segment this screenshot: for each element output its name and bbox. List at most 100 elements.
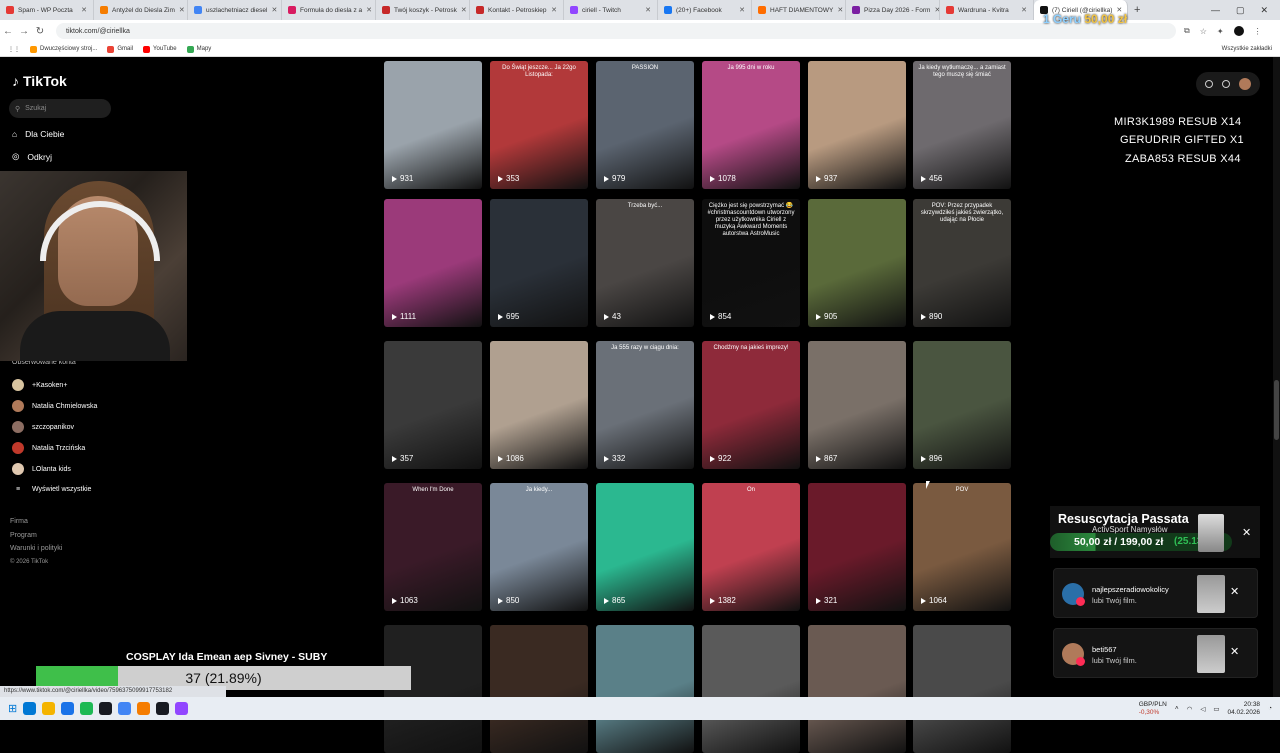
- battery-icon[interactable]: ▭: [1213, 705, 1219, 713]
- tab-close-icon[interactable]: ✕: [81, 6, 87, 14]
- search-input[interactable]: ⚲ Szukaj: [9, 99, 111, 118]
- tiktok-logo[interactable]: ♪ TikTok: [12, 73, 67, 89]
- tab-close-icon[interactable]: ✕: [461, 6, 467, 14]
- bookmark-item[interactable]: YouTube: [143, 45, 177, 53]
- browser-tab[interactable]: Kontakt - Petroskiep ✕: [470, 0, 564, 20]
- page-scrollbar[interactable]: [1273, 57, 1280, 697]
- video-thumbnail[interactable]: Chodźmy na jakieś imprezy! 922: [702, 341, 800, 469]
- show-all-following[interactable]: ≡ Wyświetl wszystkie: [12, 486, 92, 493]
- video-thumbnail[interactable]: [808, 625, 906, 753]
- video-thumbnail[interactable]: 1086: [490, 341, 588, 469]
- video-thumbnail[interactable]: 867: [808, 341, 906, 469]
- browser-tab[interactable]: Formuła do diesla z a ✕: [282, 0, 376, 20]
- video-thumbnail[interactable]: Ja kiedy wytłumaczę... a zamiast tego mu…: [913, 61, 1011, 189]
- video-thumbnail[interactable]: POV: Przez przypadek skrzywdziłeś jakieś…: [913, 199, 1011, 327]
- video-thumbnail[interactable]: Trzeba być... 43: [596, 199, 694, 327]
- close-icon[interactable]: ✕: [1230, 645, 1239, 658]
- install-icon[interactable]: ⧉: [1184, 26, 1190, 36]
- video-thumbnail[interactable]: Ja 995 dni w roku 1078: [702, 61, 800, 189]
- video-thumbnail[interactable]: On 1382: [702, 483, 800, 611]
- maximize-icon[interactable]: ▢: [1236, 5, 1245, 16]
- browser-tab[interactable]: Antyżel do Diesla Zim ✕: [94, 0, 188, 20]
- bookmark-item[interactable]: Dwuczęściowy stroj...: [30, 45, 97, 53]
- taskbar-app-icon[interactable]: [23, 702, 37, 715]
- tab-close-icon[interactable]: ✕: [645, 6, 651, 14]
- reload-icon[interactable]: ↻: [32, 26, 48, 37]
- footer-link[interactable]: Warunki i polityki: [10, 545, 62, 552]
- video-thumbnail[interactable]: Ja kiedy... 850: [490, 483, 588, 611]
- following-item[interactable]: Natalia Chmielowska: [12, 400, 97, 412]
- browser-tab[interactable]: Spam - WP Poczta ✕: [0, 0, 94, 20]
- video-thumbnail[interactable]: Ciężko jest się powstrzymać 😂 #christmas…: [702, 199, 800, 327]
- video-thumbnail[interactable]: 865: [596, 483, 694, 611]
- footer-link[interactable]: Program: [10, 532, 37, 539]
- nav-explore[interactable]: ◎ Odkryj: [12, 151, 52, 162]
- video-thumbnail[interactable]: Ja 555 razy w ciągu dnia: 332: [596, 341, 694, 469]
- bookmark-item[interactable]: Mapy: [186, 45, 211, 53]
- following-item[interactable]: szczopanikov: [12, 421, 74, 433]
- browser-tab[interactable]: ciriell - Twitch ✕: [564, 0, 658, 20]
- video-thumbnail[interactable]: PASSION 979: [596, 61, 694, 189]
- taskbar-app-icon[interactable]: [175, 702, 189, 715]
- tab-close-icon[interactable]: ✕: [271, 6, 277, 14]
- video-thumbnail[interactable]: [913, 625, 1011, 753]
- video-thumbnail[interactable]: [596, 625, 694, 753]
- footer-link[interactable]: Firma: [10, 518, 28, 525]
- notification-bell-icon[interactable]: ◔: [1268, 705, 1272, 712]
- video-thumbnail[interactable]: When I'm Done 1063: [384, 483, 482, 611]
- browser-tab[interactable]: uszlachetniacz diesel ✕: [188, 0, 282, 20]
- video-thumbnail[interactable]: 905: [808, 199, 906, 327]
- profile-avatar[interactable]: [1233, 26, 1244, 36]
- close-icon[interactable]: ✕: [1242, 526, 1251, 539]
- browser-tab[interactable]: Twój koszyk - Petrosk ✕: [376, 0, 470, 20]
- extensions-icon[interactable]: ✦: [1217, 27, 1224, 36]
- all-bookmarks-link[interactable]: Wszystkie zakładki: [1222, 46, 1280, 52]
- taskbar-app-icon[interactable]: [61, 702, 75, 715]
- browser-tab[interactable]: HAFT DIAMENTOWY ✕: [752, 0, 846, 20]
- browser-tab[interactable]: Wardruna - Kvitra ✕: [940, 0, 1034, 20]
- tray-chevron-icon[interactable]: ˄: [1175, 705, 1179, 712]
- video-thumbnail[interactable]: [490, 625, 588, 753]
- windows-start-icon[interactable]: ⊞: [8, 702, 17, 715]
- volume-icon[interactable]: ◁: [1200, 705, 1205, 713]
- new-tab-icon[interactable]: +: [1134, 4, 1140, 16]
- video-thumbnail[interactable]: [1197, 635, 1225, 673]
- following-item[interactable]: Natalia Trzcińska: [12, 442, 85, 454]
- tab-close-icon[interactable]: ✕: [739, 6, 745, 14]
- url-field[interactable]: tiktok.com/@ciriellka: [56, 23, 1176, 39]
- video-thumbnail[interactable]: 896: [913, 341, 1011, 469]
- video-thumbnail[interactable]: 931: [384, 61, 482, 189]
- video-thumbnail[interactable]: POV 1064: [913, 483, 1011, 611]
- system-clock[interactable]: 20:38 04.02.2026: [1228, 701, 1261, 716]
- video-thumbnail[interactable]: [1197, 575, 1225, 613]
- tab-close-icon[interactable]: ✕: [837, 6, 843, 14]
- bookmark-item[interactable]: Gmail: [107, 45, 133, 53]
- bookmark-star-icon[interactable]: ☆: [1200, 27, 1207, 36]
- video-thumbnail[interactable]: 1111: [384, 199, 482, 327]
- video-thumbnail[interactable]: 937: [808, 61, 906, 189]
- video-thumbnail[interactable]: 357: [384, 341, 482, 469]
- apps-icon[interactable]: ⋮⋮: [8, 46, 20, 53]
- taskbar-app-icon[interactable]: [156, 702, 170, 715]
- taskbar-app-icon[interactable]: [80, 702, 94, 715]
- menu-icon[interactable]: ⋮: [1254, 27, 1262, 36]
- browser-tab[interactable]: Pizza Day 2026 - Form ✕: [846, 0, 940, 20]
- following-item[interactable]: LOlanta kids: [12, 463, 71, 475]
- upload-icon[interactable]: [1204, 80, 1213, 88]
- inbox-icon[interactable]: [1221, 80, 1230, 88]
- close-icon[interactable]: ✕: [1230, 585, 1239, 598]
- video-thumbnail[interactable]: 695: [490, 199, 588, 327]
- video-thumbnail[interactable]: 321: [808, 483, 906, 611]
- taskbar-app-icon[interactable]: [42, 702, 56, 715]
- wifi-icon[interactable]: ◠: [1187, 705, 1193, 713]
- back-icon[interactable]: ←: [0, 26, 16, 37]
- taskbar-app-icon[interactable]: [137, 702, 151, 715]
- close-window-icon[interactable]: ✕: [1260, 5, 1268, 16]
- profile-avatar-small[interactable]: [1239, 78, 1252, 90]
- browser-tab[interactable]: (20+) Facebook ✕: [658, 0, 752, 20]
- following-item[interactable]: +Kasoken+: [12, 379, 67, 391]
- currency-widget[interactable]: GBP/PLN -0,30%: [1139, 701, 1167, 715]
- tab-close-icon[interactable]: ✕: [366, 6, 372, 14]
- forward-icon[interactable]: →: [16, 26, 32, 37]
- scrollbar-thumb[interactable]: [1274, 380, 1279, 440]
